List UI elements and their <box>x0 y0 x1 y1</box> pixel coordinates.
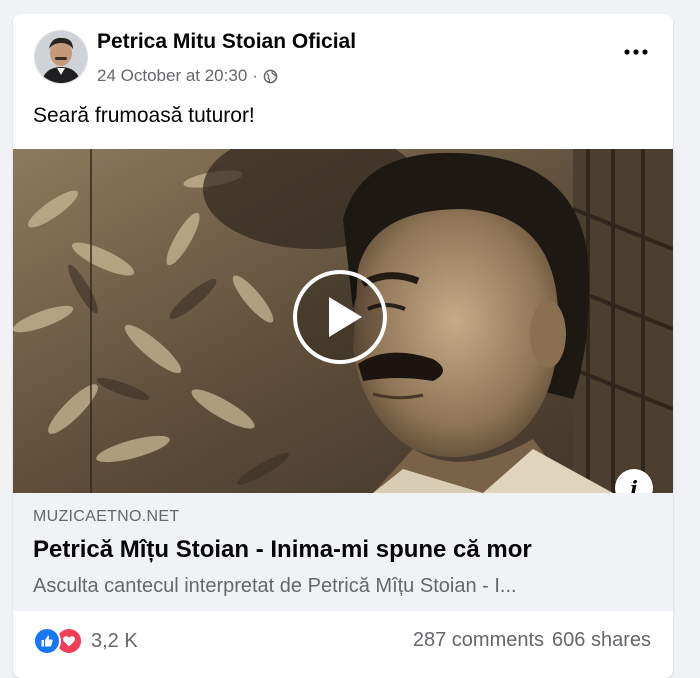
meta-separator: · <box>252 66 258 85</box>
post-stats: 3,2 K 287 comments 606 shares <box>13 611 673 671</box>
video-thumbnail[interactable] <box>13 149 673 493</box>
post-timestamp[interactable]: 24 October at 20:30 <box>97 66 247 86</box>
post-meta: 24 October at 20:30 · <box>97 66 278 86</box>
post-card: Petrica Mitu Stoian Oficial 24 October a… <box>13 14 673 678</box>
play-button[interactable] <box>292 269 388 365</box>
shares-count[interactable]: 606 shares <box>552 629 651 652</box>
avatar-image <box>35 31 87 83</box>
post-header: Petrica Mitu Stoian Oficial 24 October a… <box>13 14 673 94</box>
like-icon <box>33 627 61 655</box>
play-icon <box>293 270 387 364</box>
more-horizontal-icon <box>624 49 648 55</box>
comments-count[interactable]: 287 comments <box>413 629 544 652</box>
more-options-button[interactable] <box>619 40 653 64</box>
link-preview[interactable]: MUZICAETNO.NET Petrică Mîțu Stoian - Ini… <box>13 493 673 611</box>
reactions-count: 3,2 K <box>91 629 138 652</box>
reactions-summary[interactable]: 3,2 K <box>33 627 138 655</box>
link-description: Asculta cantecul interpretat de Petrică … <box>33 575 517 597</box>
post-text: Seară frumoasă tuturor! <box>33 104 255 127</box>
globe-icon[interactable] <box>263 69 278 84</box>
author-name[interactable]: Petrica Mitu Stoian Oficial <box>97 30 356 54</box>
link-title: Petrică Mîțu Stoian - Inima-mi spune că … <box>33 536 532 563</box>
engagement-counts: 287 comments 606 shares <box>413 629 651 652</box>
author-avatar[interactable] <box>34 30 88 84</box>
link-domain: MUZICAETNO.NET <box>33 508 180 525</box>
